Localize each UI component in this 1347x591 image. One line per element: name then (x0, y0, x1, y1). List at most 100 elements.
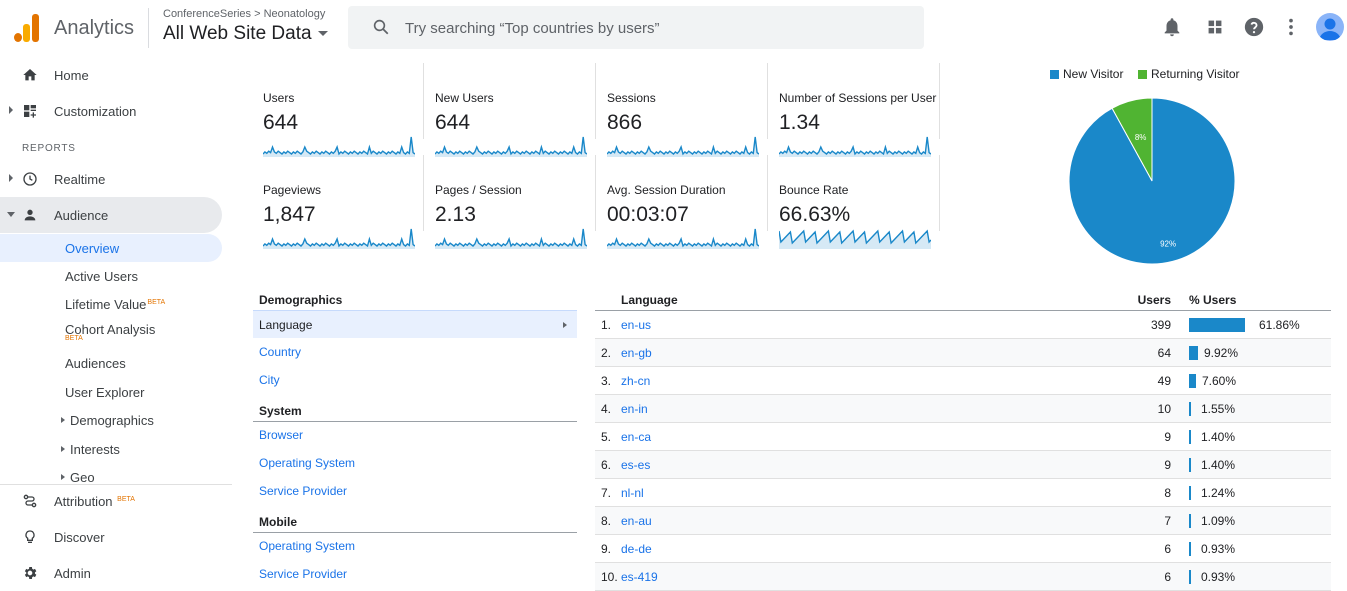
language-link[interactable]: nl-nl (621, 486, 644, 500)
demo-item[interactable]: Country (253, 338, 577, 366)
analytics-logo-icon[interactable] (14, 14, 40, 42)
demo-item[interactable]: Service Provider (253, 560, 577, 588)
metric-value: 2.13 (435, 203, 476, 226)
row-index: 10. (601, 570, 618, 584)
sparkline-line (263, 136, 415, 156)
metric-sparkline (607, 228, 759, 249)
nav-customization[interactable]: Customization (0, 93, 222, 129)
metric-card[interactable]: New Users 644 (428, 63, 596, 157)
nav-interests-label: Interests (70, 442, 120, 457)
metric-value: 66.63% (779, 203, 851, 226)
nav-lifetime-value[interactable]: Lifetime ValueBETA (0, 290, 222, 318)
language-link[interactable]: es-419 (621, 570, 658, 584)
pct-value: 1.55% (1201, 402, 1236, 416)
pie-slice-new-visitor[interactable] (1068, 97, 1236, 265)
row-index: 8. (601, 514, 612, 528)
nav-home-label: Home (54, 68, 89, 83)
metric-sparkline (263, 228, 415, 249)
metric-value: 1,847 (263, 203, 316, 226)
col-header-pct-users[interactable]: % Users (1189, 293, 1236, 307)
nav-demographics[interactable]: Demographics (0, 406, 222, 434)
language-link[interactable]: es-es (621, 458, 650, 472)
pct-bar (1189, 486, 1191, 500)
pct-value: 7.60% (1202, 374, 1237, 388)
more-vert-icon[interactable] (1280, 16, 1302, 38)
search-box[interactable] (348, 6, 924, 49)
metric-card[interactable]: Number of Sessions per User 1.34 (772, 63, 940, 157)
person-icon (24, 209, 36, 221)
metric-value: 644 (435, 111, 471, 134)
row-index: 7. (601, 486, 612, 500)
nav-geo[interactable]: Geo (0, 463, 222, 485)
property-selector[interactable]: All Web Site Data (163, 23, 328, 45)
nav-customization-label: Customization (54, 104, 137, 119)
nav-audience[interactable]: Audience (0, 197, 222, 233)
nav-home[interactable]: Home (0, 57, 222, 93)
language-link[interactable]: en-us (621, 318, 651, 332)
demo-item[interactable]: Service Provider (253, 477, 577, 505)
expand-arrow-icon (9, 106, 13, 114)
demo-item[interactable]: Operating System (253, 532, 577, 560)
nav-discover[interactable]: Discover (0, 519, 222, 555)
nav-user-explorer[interactable]: User Explorer (0, 378, 222, 406)
demo-item-label: Operating System (259, 456, 356, 470)
row-index: 4. (601, 402, 612, 416)
metric-name: Users (263, 91, 295, 105)
row-index: 6. (601, 458, 612, 472)
metric-card[interactable]: Avg. Session Duration 00:03:07 (600, 155, 768, 249)
row-index: 2. (601, 346, 612, 360)
apps-grid-icon[interactable] (1204, 16, 1226, 38)
account-breadcrumb[interactable]: ConferenceSeries > Neonatology (163, 8, 325, 20)
metric-value: 00:03:07 (607, 203, 689, 226)
demo-item[interactable]: Language (253, 310, 577, 338)
metric-sparkline (263, 136, 415, 157)
language-link[interactable]: zh-cn (621, 374, 650, 388)
metric-name: New Users (435, 91, 494, 105)
nav-cohort-analysis[interactable]: Cohort Analysis BETA (0, 318, 222, 348)
language-link[interactable]: de-de (621, 542, 652, 556)
demo-item[interactable]: Browser (253, 421, 577, 449)
nav-admin[interactable]: Admin (0, 555, 222, 591)
language-link[interactable]: en-in (621, 402, 648, 416)
nav-audiences[interactable]: Audiences (0, 349, 222, 377)
metric-card[interactable]: Sessions 866 (600, 63, 768, 157)
language-link[interactable]: en-ca (621, 430, 651, 444)
users-value: 6 (1164, 570, 1171, 584)
attribution-icon (23, 494, 37, 508)
metric-card[interactable]: Users 644 (256, 63, 424, 157)
clock-icon (23, 172, 37, 186)
home-icon (23, 69, 37, 81)
table-row: 4. en-in 10 1.55% (595, 395, 1331, 423)
row-index: 3. (601, 374, 612, 388)
language-link[interactable]: en-au (621, 514, 652, 528)
nav-audience-overview[interactable]: Overview (0, 234, 222, 262)
metric-card[interactable]: Bounce Rate 66.63% (772, 155, 940, 249)
sparkline-line (435, 136, 587, 156)
chevron-right-icon (563, 322, 567, 328)
nav-attribution-label: Attribution BETA (54, 494, 135, 509)
table-row: 7. nl-nl 8 1.24% (595, 479, 1331, 507)
nav-realtime[interactable]: Realtime (0, 161, 222, 197)
nav-attribution[interactable]: Attribution BETA (0, 483, 222, 519)
nav-discover-label: Discover (54, 530, 105, 545)
account-avatar[interactable] (1316, 13, 1344, 41)
demo-item[interactable]: City (253, 366, 577, 394)
nav-active-users[interactable]: Active Users (0, 262, 222, 290)
search-icon (373, 19, 389, 35)
col-header-language[interactable]: Language (621, 293, 678, 307)
search-input[interactable] (405, 17, 905, 39)
metric-card[interactable]: Pages / Session 2.13 (428, 155, 596, 249)
demo-item-label: Operating System (259, 539, 356, 553)
nav-audience-label: Audience (54, 208, 109, 223)
language-link[interactable]: en-gb (621, 346, 652, 360)
reports-section-header: REPORTS (22, 143, 76, 154)
help-icon[interactable] (1243, 16, 1265, 38)
col-header-users[interactable]: Users (1138, 293, 1171, 307)
nav-interests[interactable]: Interests (0, 435, 222, 463)
demo-item[interactable]: Operating System (253, 449, 577, 477)
app-name: Analytics (54, 17, 135, 39)
notifications-icon[interactable] (1161, 16, 1183, 38)
table-row: 8. en-au 7 1.09% (595, 507, 1331, 535)
metric-card[interactable]: Pageviews 1,847 (256, 155, 424, 249)
sparkline-line (607, 136, 759, 156)
